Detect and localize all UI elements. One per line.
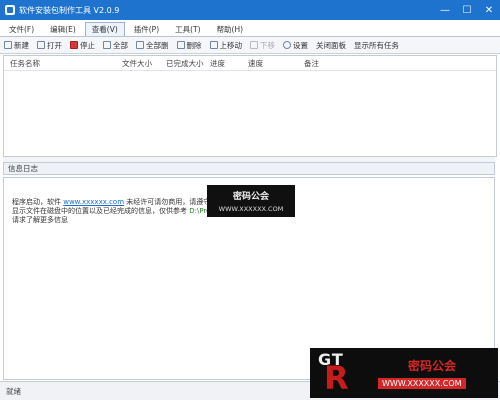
status-text: 就绪 — [6, 386, 21, 396]
new-label: 新建 — [14, 40, 29, 50]
open-label: 打开 — [47, 40, 62, 50]
settings-button[interactable]: 设置 — [279, 38, 312, 52]
tab-plugins[interactable]: 插件(P) — [127, 22, 166, 36]
task-list[interactable]: 任务名称 文件大小 已完成大小 进度 速度 备注 — [3, 55, 497, 157]
log-panel-title: 信息日志 — [3, 162, 495, 175]
task-list-header: 任务名称 文件大小 已完成大小 进度 速度 备注 — [4, 56, 496, 71]
column-header-done[interactable]: 已完成大小 — [160, 58, 204, 69]
gtr-logo-r: R — [324, 359, 349, 397]
settings-icon — [283, 41, 291, 49]
minimize-button[interactable]: — — [434, 0, 456, 20]
close-panel-label: 关闭面板 — [316, 40, 346, 50]
log-line-text: 请求了解更多信息 — [12, 216, 68, 224]
app-icon — [5, 5, 15, 15]
move-up-label: 上移动 — [219, 40, 243, 50]
move-up-button[interactable]: 上移动 — [206, 38, 247, 52]
menu-bar: 文件(F) 编辑(E) 查看(V) 插件(P) 工具(T) 帮助(H) — [0, 20, 500, 37]
delete-label: 删除 — [186, 40, 202, 50]
move-down-button[interactable]: 下移 — [246, 38, 279, 52]
stop-label: 停止 — [80, 40, 95, 50]
column-header-name[interactable]: 任务名称 — [4, 58, 116, 69]
log-line-text: 程序启动，软件 — [12, 198, 61, 206]
open-button[interactable]: 打开 — [33, 38, 66, 52]
title-bar: 软件安装包制作工具 V2.0.9 — ☐ ✕ — [0, 0, 500, 20]
column-header-size[interactable]: 文件大小 — [116, 58, 160, 69]
delete-all-icon — [136, 41, 144, 49]
watermark-corner-url: WWW.XXXXXX.COM — [378, 378, 466, 389]
watermark-center-title: 密码公会 — [232, 192, 269, 202]
open-icon — [37, 41, 45, 49]
select-all-icon — [103, 41, 111, 49]
log-line: 请求了解更多信息 — [12, 216, 494, 225]
log-line-text: 显示文件在磁盘中的位置以及已经完成的信息，仅供参考 — [12, 207, 187, 215]
watermark-corner: GT R 密码公会 WWW.XXXXXX.COM — [310, 348, 498, 398]
column-header-speed[interactable]: 速度 — [242, 58, 298, 69]
move-down-label: 下移 — [260, 40, 275, 50]
close-button[interactable]: ✕ — [478, 0, 500, 20]
delete-button[interactable]: 删除 — [173, 38, 206, 52]
select-all-button[interactable]: 全部 — [99, 38, 132, 52]
watermark-corner-title: 密码公会 — [408, 359, 457, 373]
log-link[interactable]: www.xxxxxx.com — [63, 198, 124, 206]
move-down-icon — [250, 41, 258, 49]
tab-edit[interactable]: 编辑(E) — [43, 22, 83, 36]
window-title: 软件安装包制作工具 V2.0.9 — [19, 5, 120, 15]
close-panel-button[interactable]: 关闭面板 — [312, 38, 350, 52]
tab-tools[interactable]: 工具(T) — [168, 22, 207, 36]
tab-view[interactable]: 查看(V) — [84, 22, 125, 36]
watermark-center-url: WWW.XXXXXX.COM — [218, 205, 284, 213]
stop-button[interactable]: 停止 — [66, 38, 99, 52]
watermark-center: 密码公会 WWW.XXXXXX.COM — [207, 185, 295, 217]
move-up-icon — [209, 41, 218, 49]
toolbar: 新建 打开 停止 全部 全部删 删除 上移动 下移 设置 关闭面板 显示所有任务 — [0, 37, 500, 54]
column-header-progress[interactable]: 进度 — [204, 58, 242, 69]
show-all-label: 显示所有任务 — [354, 40, 399, 50]
tab-help[interactable]: 帮助(H) — [210, 22, 251, 36]
new-button[interactable]: 新建 — [0, 38, 33, 52]
column-header-note[interactable]: 备注 — [298, 58, 378, 69]
stop-icon — [70, 41, 78, 49]
delete-icon — [176, 41, 185, 49]
gtr-logo: GT R — [314, 348, 374, 398]
tab-file[interactable]: 文件(F) — [2, 22, 41, 36]
delete-all-label: 全部删 — [146, 40, 169, 50]
settings-label: 设置 — [293, 40, 308, 50]
select-all-label: 全部 — [113, 40, 128, 50]
delete-all-button[interactable]: 全部删 — [132, 38, 173, 52]
maximize-button[interactable]: ☐ — [456, 0, 478, 20]
show-all-button[interactable]: 显示所有任务 — [350, 38, 403, 52]
new-icon — [4, 41, 12, 49]
